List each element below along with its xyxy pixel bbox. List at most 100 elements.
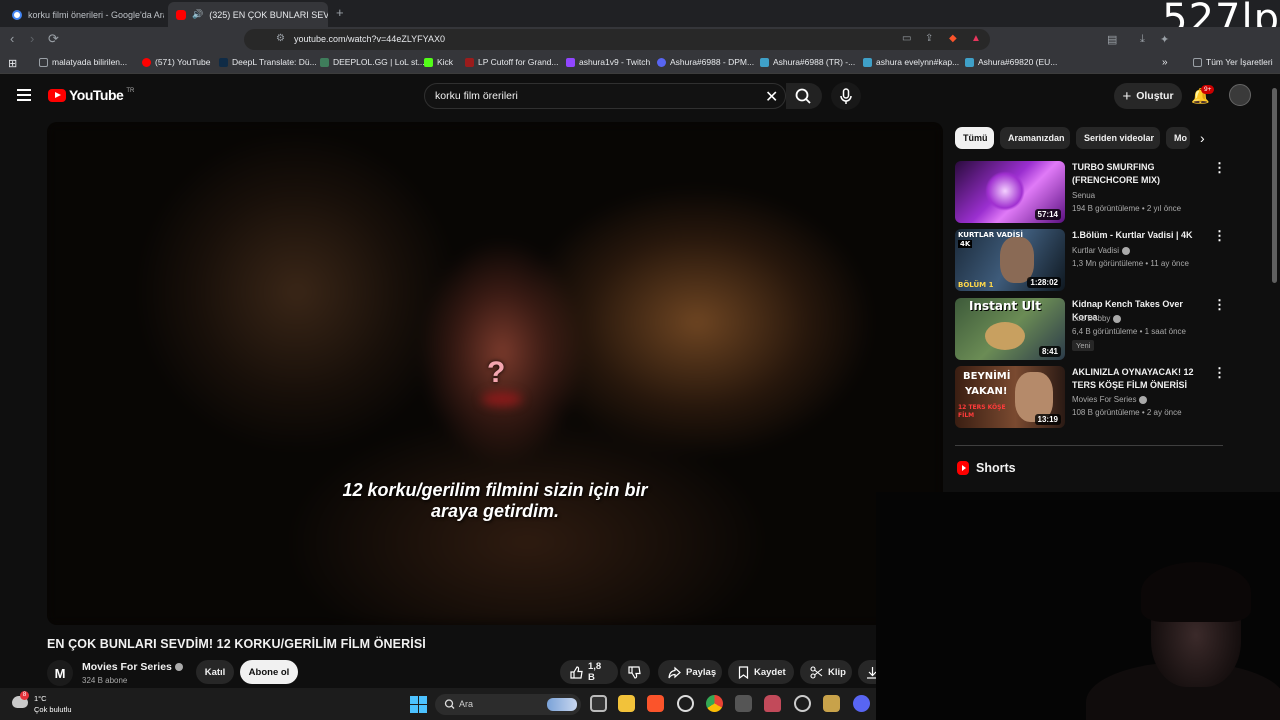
share-label: Paylaş xyxy=(686,666,717,678)
steam-icon[interactable] xyxy=(677,695,694,712)
back-icon[interactable]: ‹ xyxy=(10,31,14,46)
leagueofgraphs-icon xyxy=(760,57,769,67)
account-avatar[interactable] xyxy=(1229,84,1251,106)
video-title[interactable]: AKLINIZLA OYNAYACAK! 12 TERS KÖŞE FİLM Ö… xyxy=(1072,366,1202,392)
task-view-icon[interactable] xyxy=(590,695,607,712)
chip-all[interactable]: Tümü xyxy=(955,127,994,149)
video-player[interactable]: ? 12 korku/gerilim filmini sizin için bi… xyxy=(47,122,943,625)
download-icon[interactable]: ⤓ xyxy=(1140,33,1145,46)
reload-icon[interactable]: ⟳ xyxy=(48,31,59,47)
file-explorer-icon[interactable] xyxy=(618,695,635,712)
channel-name-text[interactable]: Movies For Series xyxy=(82,661,172,673)
channel-name-text[interactable]: LoL Dobby xyxy=(1072,314,1110,323)
channel-avatar[interactable]: M xyxy=(47,660,73,686)
recommended-video[interactable]: Instant Ult 8:41 Kidnap Kench Takes Over… xyxy=(955,298,1226,360)
more-options-icon[interactable]: ⋮ xyxy=(1213,229,1226,242)
bookmark-item[interactable]: malatyada bilirilen... xyxy=(39,57,127,67)
weather-description[interactable]: Çok bulutlu xyxy=(34,705,72,714)
verified-icon xyxy=(174,663,183,672)
new-tab-button[interactable]: + xyxy=(336,5,344,20)
address-bar[interactable]: ⚙ youtube.com/watch?v=44eZLYFYAX0 ▭ ⇪ ◆ … xyxy=(244,29,990,50)
subscribe-button[interactable]: Abone ol xyxy=(240,660,298,684)
video-title[interactable]: TURBO SMURFING (FRENCHCORE MIX) xyxy=(1072,161,1202,187)
cast-icon[interactable]: ▭ xyxy=(902,33,911,44)
taskbar-search[interactable]: Ara xyxy=(435,694,581,715)
verified-icon xyxy=(1121,246,1130,255)
windows-start-icon[interactable] xyxy=(410,696,427,713)
more-options-icon[interactable]: ⋮ xyxy=(1213,161,1226,174)
twitch-icon xyxy=(566,57,575,67)
save-button[interactable]: Kaydet xyxy=(728,660,794,684)
like-button[interactable]: 1,8 B xyxy=(560,660,618,684)
chevron-right-icon[interactable]: › xyxy=(1200,130,1205,146)
create-button[interactable]: + Oluştur xyxy=(1114,83,1182,109)
site-info-icon[interactable]: ⚙ xyxy=(276,33,285,44)
chip-more[interactable]: Mo xyxy=(1166,127,1190,149)
brave-browser-icon[interactable] xyxy=(647,695,664,712)
more-options-icon[interactable]: ⋮ xyxy=(1213,366,1226,379)
chip-from-series[interactable]: Seriden videolar xyxy=(1076,127,1160,149)
video-thumbnail[interactable]: KURTLAR VADİSİ 4K BÖLÜM 1 1:28:02 xyxy=(955,229,1065,291)
discord-icon[interactable] xyxy=(853,695,870,712)
valorant-icon[interactable] xyxy=(794,695,811,712)
url-text[interactable]: youtube.com/watch?v=44eZLYFYAX0 xyxy=(294,34,445,44)
bookmark-item[interactable]: ashura evelynn#kap... xyxy=(863,57,959,67)
game-app-icon[interactable] xyxy=(764,695,781,712)
forward-icon[interactable]: › xyxy=(30,31,34,46)
all-bookmarks[interactable]: Tüm Yer İşaretleri xyxy=(1193,57,1273,67)
bookmark-item[interactable]: (571) YouTube xyxy=(142,57,210,67)
clear-search-icon[interactable]: ✕ xyxy=(765,87,778,107)
sidebar-toggle-icon[interactable]: ▤ xyxy=(1107,33,1117,46)
channel-name-text[interactable]: Movies For Series xyxy=(1072,395,1136,404)
chrome-icon[interactable] xyxy=(706,695,723,712)
recommended-video[interactable]: BEYNİMİ YAKAN! 12 TERS KÖŞE FİLM 13:19 A… xyxy=(955,366,1226,428)
menu-icon[interactable] xyxy=(17,89,31,101)
bookmark-item[interactable]: Ashura#6988 (TR) -... xyxy=(760,57,855,67)
chip-from-search[interactable]: Aramanızdan xyxy=(1000,127,1070,149)
search-input[interactable]: korku film örerileri ✕ xyxy=(424,83,786,109)
video-thumbnail[interactable]: Instant Ult 8:41 xyxy=(955,298,1065,360)
bookmark-item[interactable]: LP Cutoff for Grand... xyxy=(465,57,558,67)
share-icon[interactable]: ⇪ xyxy=(925,33,933,44)
brave-rewards-icon[interactable]: ▲ xyxy=(971,33,981,44)
channel-name[interactable]: LoL Dobby xyxy=(1072,314,1122,323)
recommended-video[interactable]: 57:14 TURBO SMURFING (FRENCHCORE MIX) Se… xyxy=(955,161,1226,223)
bookmark-item[interactable]: ashura1v9 - Twitch xyxy=(566,57,650,67)
voice-search-button[interactable] xyxy=(831,82,861,110)
page-scrollbar[interactable] xyxy=(1272,88,1277,283)
join-button[interactable]: Katıl xyxy=(196,660,234,684)
channel-name[interactable]: Movies For Series xyxy=(82,661,183,673)
share-button[interactable]: Paylaş xyxy=(658,660,722,684)
cursor-app-icon[interactable] xyxy=(735,695,752,712)
bookmark-item[interactable]: Kick xyxy=(424,57,453,67)
league-of-legends-icon[interactable] xyxy=(823,695,840,712)
video-title[interactable]: 1.Bölüm - Kurtlar Vadisi | 4K xyxy=(1072,229,1202,242)
channel-name-text[interactable]: Kurtlar Vadisi xyxy=(1072,246,1119,255)
channel-name[interactable]: Movies For Series xyxy=(1072,395,1148,404)
search-query-text[interactable]: korku film örerileri xyxy=(435,90,518,102)
more-options-icon[interactable]: ⋮ xyxy=(1213,298,1226,311)
tab-youtube[interactable]: 🔊 (325) EN ÇOK BUNLARI SEVD ✕ xyxy=(168,2,328,27)
extensions-icon[interactable]: ✦ xyxy=(1160,33,1169,46)
clip-button[interactable]: Klip xyxy=(800,660,852,684)
video-thumbnail[interactable]: 57:14 xyxy=(955,161,1065,223)
recommended-video[interactable]: KURTLAR VADİSİ 4K BÖLÜM 1 1:28:02 1.Bölü… xyxy=(955,229,1226,291)
subtitle-line: araya getirdim. xyxy=(430,501,560,521)
youtube-logo[interactable]: YouTube TR xyxy=(48,87,134,103)
apps-grid-icon[interactable]: ⊞ xyxy=(8,57,17,70)
channel-name[interactable]: Kurtlar Vadisi xyxy=(1072,246,1130,255)
temperature[interactable]: 1°C xyxy=(34,694,47,703)
dislike-button[interactable] xyxy=(620,660,650,684)
tab-google-search[interactable]: korku filmi önerileri - Google'da Ara xyxy=(4,2,164,27)
bookmark-item[interactable]: Ashura#6988 - DPM... xyxy=(657,57,754,67)
thumbs-down-icon xyxy=(628,665,641,679)
channel-name[interactable]: Senua xyxy=(1072,191,1095,200)
bookmark-item[interactable]: DeepL Translate: Dü... xyxy=(219,57,317,67)
thumbnail-text: 12 TERS KÖŞE FİLM xyxy=(958,404,1006,419)
more-bookmarks-icon[interactable]: » xyxy=(1162,57,1168,68)
brave-shield-icon[interactable]: ◆ xyxy=(949,33,957,44)
bookmark-item[interactable]: DEEPLOL.GG | LoL st... xyxy=(320,57,425,67)
search-button[interactable] xyxy=(786,83,822,109)
bookmark-item[interactable]: Ashura#69820 (EU... xyxy=(965,57,1057,67)
video-thumbnail[interactable]: BEYNİMİ YAKAN! 12 TERS KÖŞE FİLM 13:19 xyxy=(955,366,1065,428)
